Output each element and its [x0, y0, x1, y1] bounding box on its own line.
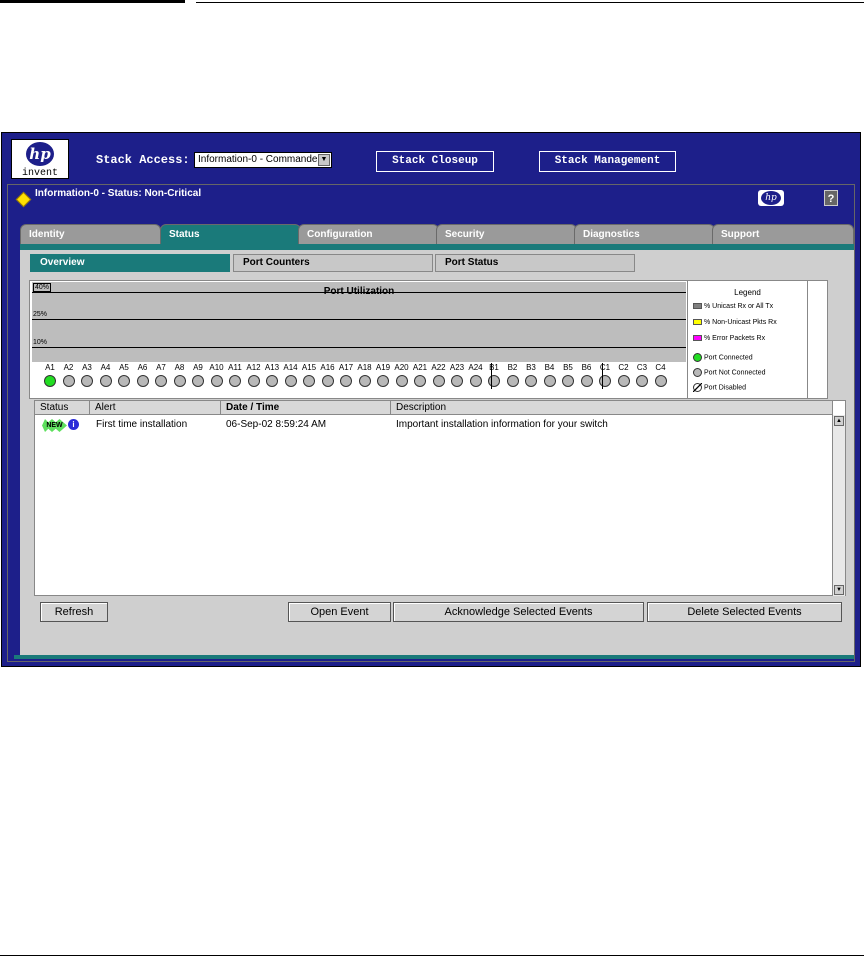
port-indicator-a3[interactable] [81, 375, 93, 387]
page-bottom-rule [0, 955, 864, 956]
legend-disabled: Port Disabled [693, 383, 746, 392]
scale-low-label: 10% [33, 339, 48, 346]
port-group-separator [491, 363, 492, 389]
description-cell: Important installation information for y… [396, 419, 608, 430]
tab-configuration[interactable]: Configuration [298, 224, 439, 244]
scroll-down-arrow-icon[interactable]: ▼ [834, 585, 844, 595]
utilization-plot: Port Utilization 40% 25% 10% [32, 282, 686, 362]
port-indicator-c4[interactable] [654, 375, 667, 387]
web-agent-window: hp invent Stack Access: Information-0 - … [1, 132, 861, 667]
stack-closeup-button[interactable]: Stack Closeup [376, 151, 494, 172]
port-indicator-a9[interactable] [192, 375, 204, 387]
refresh-button[interactable]: Refresh [40, 602, 108, 622]
port-indicator-a17[interactable] [340, 375, 352, 387]
delete-events-button[interactable]: Delete Selected Events [647, 602, 842, 622]
tab-diagnostics[interactable]: Diagnostics [574, 224, 715, 244]
port-indicator-a8[interactable] [173, 375, 186, 387]
subtab-overview[interactable]: Overview [30, 254, 230, 272]
column-header-datetime[interactable]: Date / Time [221, 401, 391, 415]
chevron-down-icon[interactable]: ▼ [318, 154, 330, 166]
hp-logo-subtext: invent [21, 168, 58, 179]
device-status-text: Information-0 - Status: Non-Critical [35, 188, 202, 199]
port-indicator-a19[interactable] [377, 375, 389, 387]
port-indicator-a24[interactable] [469, 375, 482, 387]
port-indicator-b1[interactable] [488, 375, 500, 387]
port-indicator-b3[interactable] [525, 375, 537, 387]
legend-error: % Error Packets Rx [693, 335, 765, 342]
port-indicator-a1[interactable] [44, 375, 56, 387]
new-badge: NEW [42, 419, 67, 432]
stack-access-label: Stack Access: [96, 153, 190, 167]
port-indicator-a18[interactable] [358, 375, 371, 387]
acknowledge-events-button[interactable]: Acknowledge Selected Events [393, 602, 644, 622]
port-indicator-a14[interactable] [284, 375, 297, 387]
port-indicator-a16[interactable] [321, 375, 334, 387]
port-indicator-c2[interactable] [617, 375, 630, 387]
legend-connected: Port Connected [693, 353, 753, 362]
legend-non-unicast: % Non-Unicast Pkts Rx [693, 319, 777, 326]
scale-mid-label: 25% [33, 311, 48, 318]
status-content: Overview Port Counters Port Status Port … [20, 250, 854, 655]
subtab-port-counters[interactable]: Port Counters [233, 254, 433, 272]
column-header-status[interactable]: Status [35, 401, 90, 415]
tab-support[interactable]: Support [712, 224, 854, 244]
chart-legend: Legend % Unicast Rx or All Tx % Non-Unic… [687, 281, 808, 398]
legend-title: Legend [734, 288, 761, 297]
port-indicator-a4[interactable] [99, 375, 112, 387]
alert-log-table: Status Alert Date / Time Description NEW… [34, 400, 846, 596]
vertical-scrollbar[interactable]: ▲ ▼ [832, 415, 845, 596]
port-indicator-a15[interactable] [303, 375, 315, 387]
port-indicator-a12[interactable] [247, 375, 260, 387]
port-indicator-a11[interactable] [229, 375, 241, 387]
port-indicator-a7[interactable] [155, 375, 167, 387]
port-indicator-a20[interactable] [395, 375, 408, 387]
tab-identity[interactable]: Identity [20, 224, 161, 244]
port-indicator-b4[interactable] [543, 375, 556, 387]
info-icon: i [68, 419, 79, 430]
port-indicator-a10[interactable] [210, 375, 223, 387]
port-utilization-chart: Port Utilization 40% 25% 10% A1A2A3A4A5A… [29, 280, 828, 399]
legend-unicast: % Unicast Rx or All Tx [693, 303, 773, 310]
port-indicator-b5[interactable] [562, 375, 574, 387]
warning-diamond-icon [15, 191, 32, 208]
stack-access-select[interactable]: Information-0 - Commander ▼ [194, 152, 332, 168]
port-indicator-a6[interactable] [136, 375, 149, 387]
tab-status[interactable]: Status [160, 224, 301, 244]
scroll-up-arrow-icon[interactable]: ▲ [834, 416, 844, 426]
port-indicator-a2[interactable] [62, 375, 75, 387]
port-indicator-c3[interactable] [636, 375, 648, 387]
port-indicator-a13[interactable] [266, 375, 278, 387]
port-indicator-a23[interactable] [451, 375, 463, 387]
stack-access-value: Information-0 - Commander [198, 154, 321, 165]
open-event-button[interactable]: Open Event [288, 602, 391, 622]
disabled-port-icon [693, 383, 702, 392]
hp-small-logo[interactable]: hp [758, 190, 784, 206]
legend-not-connected: Port Not Connected [693, 368, 765, 377]
port-label-c4: C4 [655, 363, 666, 372]
content-bottom-border [14, 655, 854, 659]
page-top-rule [0, 0, 864, 4]
column-header-alert[interactable]: Alert [90, 401, 221, 415]
port-indicator-a5[interactable] [118, 375, 130, 387]
main-panel: Information-0 - Status: Non-Critical hp … [7, 184, 855, 662]
stack-management-button[interactable]: Stack Management [539, 151, 676, 172]
help-icon[interactable]: ? [824, 190, 838, 206]
scale-top-label[interactable]: 40% [33, 283, 52, 292]
port-indicator-a21[interactable] [414, 375, 426, 387]
alert-cell: First time installation [96, 419, 188, 430]
subtab-port-status[interactable]: Port Status [435, 254, 635, 272]
port-indicator-a22[interactable] [432, 375, 445, 387]
port-indicator-b6[interactable] [580, 375, 593, 387]
port-indicator-b2[interactable] [506, 375, 519, 387]
hp-logo: hp invent [11, 139, 69, 179]
hp-logo-mark: hp [26, 142, 54, 166]
port-group-separator [602, 363, 603, 389]
column-header-description[interactable]: Description [391, 401, 833, 415]
tab-security[interactable]: Security [436, 224, 577, 244]
port-indicator-c1[interactable] [599, 375, 611, 387]
datetime-cell: 06-Sep-02 8:59:24 AM [226, 419, 327, 430]
